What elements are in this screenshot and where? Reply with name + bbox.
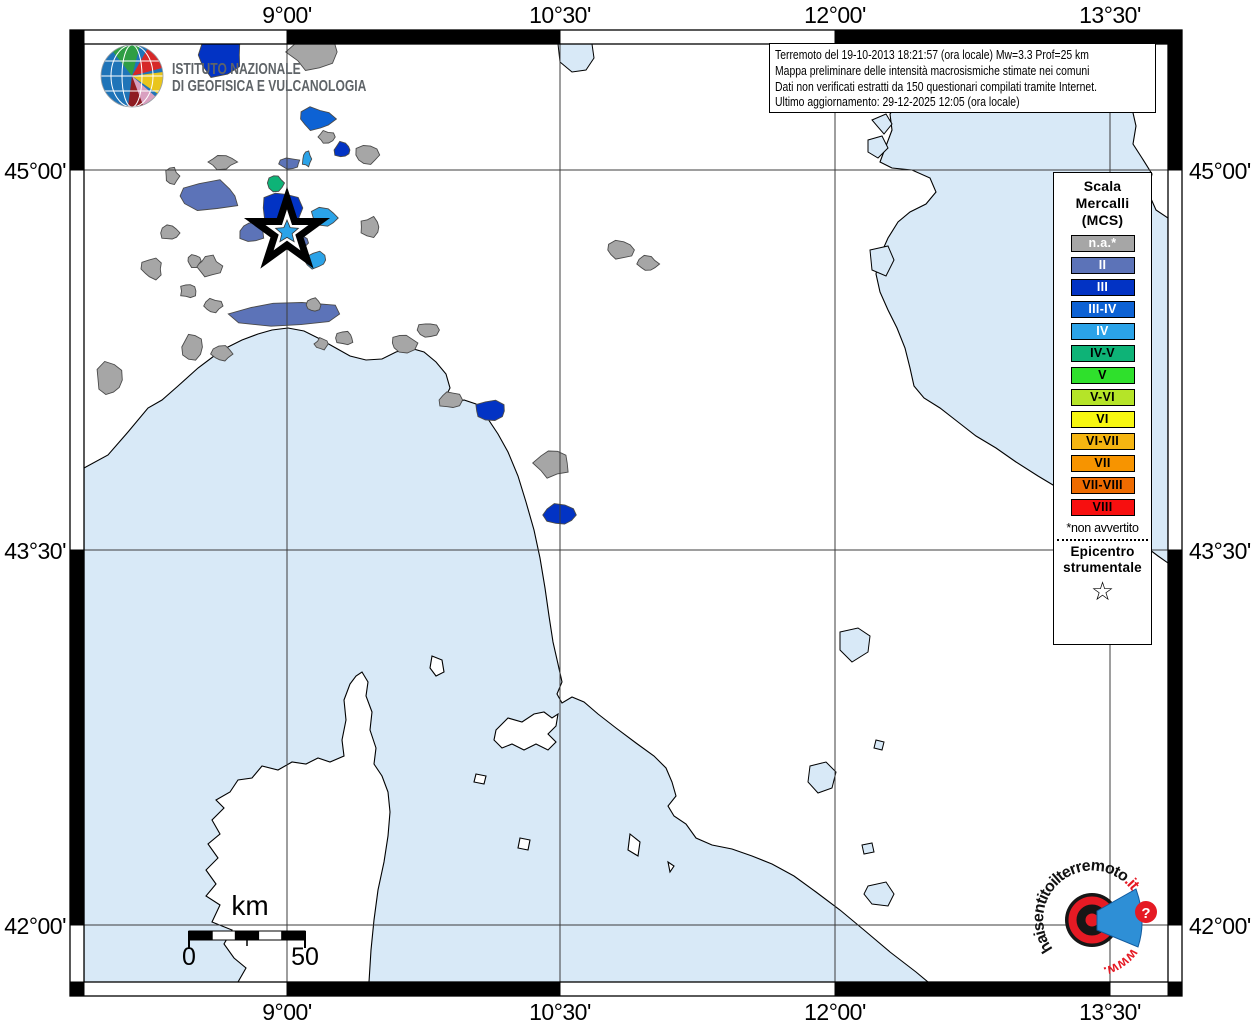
axis-top-12: 12°00' — [804, 2, 866, 28]
legend-swatch-VI-VII: VI-VII — [1070, 433, 1135, 450]
axis-bottom-1030: 10°30' — [529, 999, 591, 1024]
ingv-logo-line2: DI GEOFISICA E VULCANOLOGIA — [172, 77, 367, 95]
legend-title-3: (MCS) — [1081, 212, 1124, 228]
axis-bottom-12: 12°00' — [804, 999, 866, 1024]
lake-vico — [861, 842, 875, 855]
ingv-logo-text: ISTITUTO NAZIONALE DI GEOFISICA E VULCAN… — [172, 61, 367, 95]
lake-corbara — [873, 739, 885, 751]
info-line-3: Dati non verificati estratti da 150 ques… — [775, 78, 1097, 94]
legend-title-1: Scala — [1083, 178, 1122, 194]
pianosa — [473, 773, 487, 785]
axis-left-45: 45°00' — [4, 158, 66, 184]
legend-swatch-na: n.a.* — [1070, 235, 1135, 252]
axis-left-42: 42°00' — [4, 913, 66, 939]
mercalli-legend: Scala Mercalli (MCS) n.a.* II III III-IV IV I… — [1053, 172, 1152, 645]
legend-swatch-V: V — [1070, 367, 1135, 384]
montecristo — [517, 837, 531, 851]
axis-right-42: 42°00' — [1189, 913, 1251, 939]
shakemap-page: ? haisentitoilterremoto.it www. Terremot… — [0, 0, 1255, 1024]
legend-footnote: *non avvertito — [1066, 521, 1139, 535]
axis-top-1330: 13°30' — [1079, 2, 1141, 28]
legend-divider — [1057, 539, 1148, 541]
legend-swatch-VIII: VIII — [1070, 499, 1135, 516]
question-mark: ? — [1141, 905, 1150, 922]
axis-bottom-9: 9°00' — [262, 999, 312, 1024]
scale-end-label: 50 — [291, 943, 319, 971]
axis-top-9: 9°00' — [262, 2, 312, 28]
axis-right-45: 45°00' — [1189, 158, 1251, 184]
info-line-1: Terremoto del 19-10-2013 18:21:57 (ora l… — [775, 47, 1089, 62]
legend-swatch-VII: VII — [1070, 455, 1135, 472]
legend-swatch-IV: IV — [1070, 323, 1135, 340]
legend-swatch-II: II — [1070, 257, 1135, 274]
axis-left-4330: 43°30' — [4, 538, 66, 564]
municipality-na — [180, 284, 197, 299]
municipality-III — [475, 399, 505, 421]
legend-swatch-III-IV: III-IV — [1070, 301, 1135, 318]
scale-start-label: 0 — [182, 943, 196, 971]
epicenter-label-1: Epicentro — [1070, 544, 1135, 559]
axis-bottom-1330: 13°30' — [1079, 999, 1141, 1024]
legend-swatch-IV-V: IV-V — [1070, 345, 1135, 362]
legend-swatch-V-VI: V-VI — [1070, 389, 1135, 406]
legend-items: n.a.* II III III-IV IV IV-V V V-VI VI VI-VII VII VI… — [1054, 235, 1151, 516]
info-line-2: Mappa preliminare delle intensità macros… — [775, 62, 1090, 78]
legend-swatch-III: III — [1070, 279, 1135, 296]
legend-title-2: Mercalli — [1075, 195, 1130, 211]
map-interior: ? haisentitoilterremoto.it www. — [84, 44, 1168, 982]
scale-unit-label: km — [231, 890, 269, 921]
earthquake-info-box: Terremoto del 19-10-2013 18:21:57 (ora l… — [769, 43, 1156, 113]
ingv-logo-line1: ISTITUTO NAZIONALE — [172, 61, 301, 78]
legend-swatch-VII-VIII: VII-VIII — [1070, 477, 1135, 494]
info-line-4: Ultimo aggiornamento: 29-12-2025 12:05 (… — [775, 94, 1020, 110]
epicenter-star-icon: ☆ — [1090, 576, 1115, 606]
axis-top-1030: 10°30' — [529, 2, 591, 28]
epicenter-label-2: strumentale — [1063, 560, 1142, 575]
axis-right-4330: 43°30' — [1189, 538, 1251, 564]
legend-swatch-VI: VI — [1070, 411, 1135, 428]
